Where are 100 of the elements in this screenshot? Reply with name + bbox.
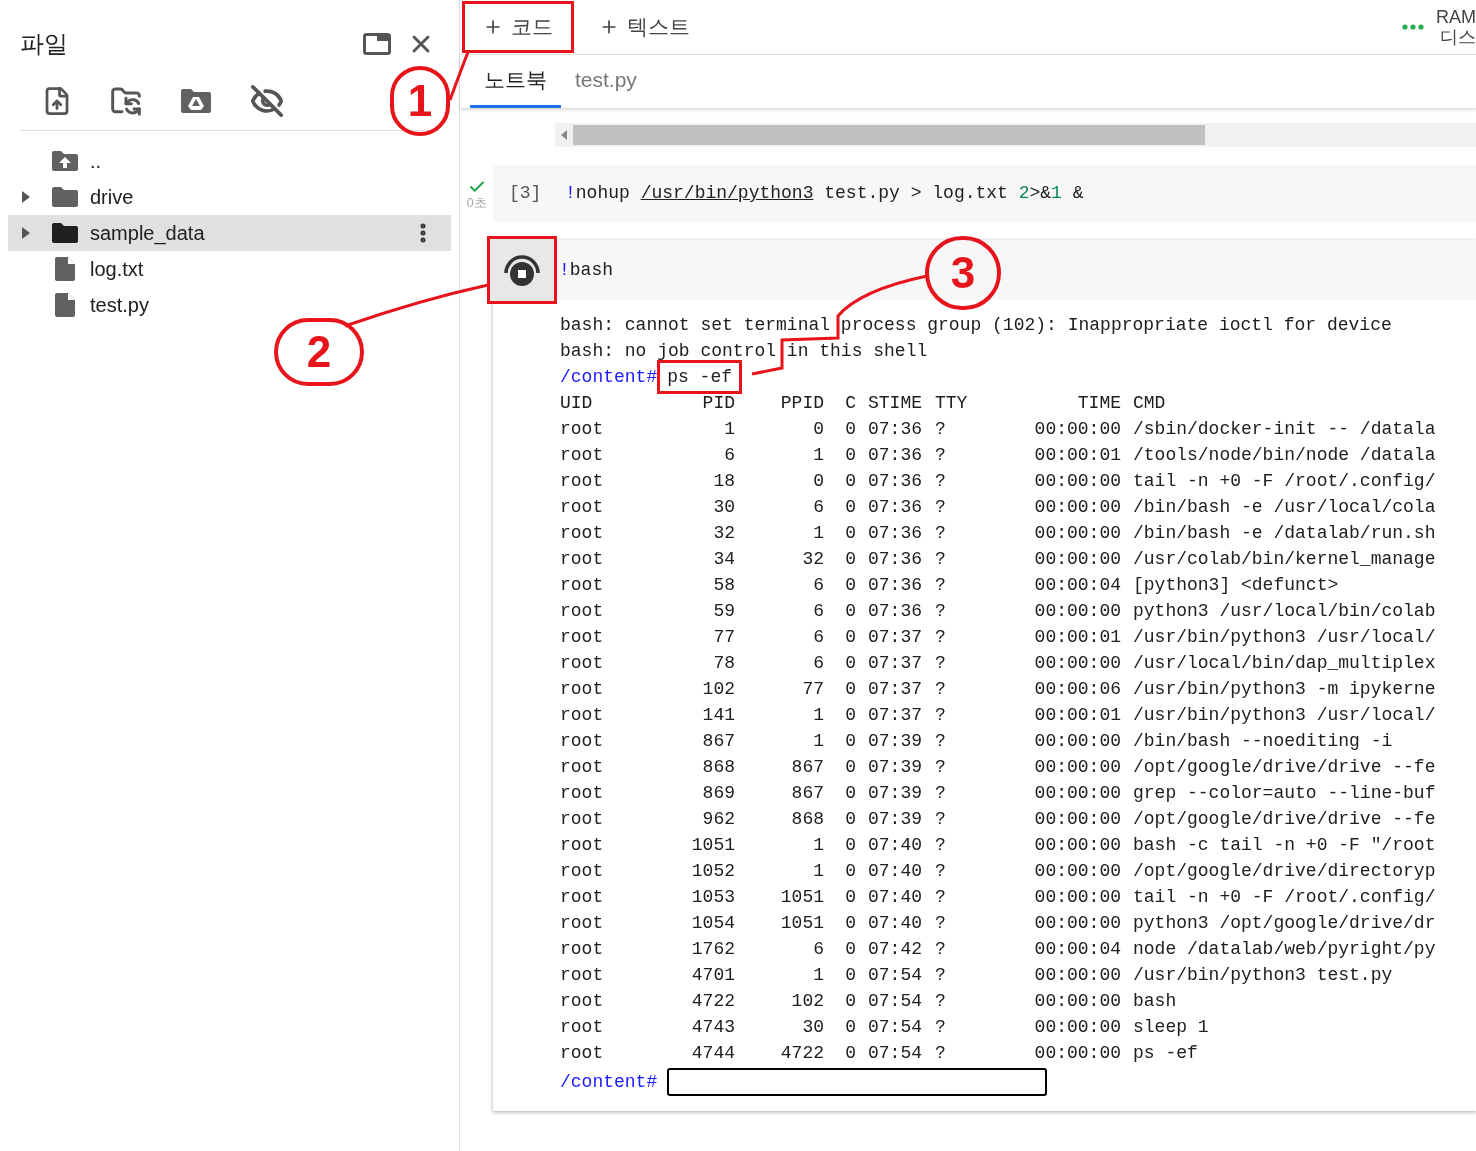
hidden-files-icon[interactable] bbox=[250, 84, 284, 118]
file-tree-item[interactable]: sample_data bbox=[8, 215, 451, 251]
table-cell-text: 07:36 bbox=[867, 444, 923, 467]
column-header: PPID bbox=[779, 392, 824, 415]
table-cell-text: 0 bbox=[844, 1042, 856, 1065]
table-cell-text: root bbox=[560, 808, 605, 831]
table-cell-text: /tools/node/bin/node /datala bbox=[1132, 444, 1437, 467]
table-cell-text: /opt/google/drive/directoryp bbox=[1132, 860, 1437, 883]
table-cell-text: 07:37 bbox=[867, 678, 923, 701]
table-cell-text: ? bbox=[934, 860, 947, 883]
table-cell-text: root bbox=[560, 704, 605, 727]
table-cell-text: 07:40 bbox=[867, 834, 923, 857]
file-tree-item[interactable]: drive bbox=[8, 179, 451, 215]
table-cell-text: 0 bbox=[812, 418, 824, 441]
table-cell-text: 07:40 bbox=[867, 886, 923, 909]
table-cell-text: ? bbox=[934, 886, 947, 909]
table-cell-text: /usr/colab/bin/kernel_manage bbox=[1132, 548, 1437, 571]
file-tree-item[interactable]: log.txt bbox=[8, 251, 451, 287]
column-header: TIME bbox=[1076, 392, 1121, 415]
table-cell-text: 6 bbox=[812, 574, 824, 597]
file-name: .. bbox=[90, 149, 103, 174]
table-cell-text: 00:00:00 bbox=[1033, 600, 1121, 623]
horizontal-scrollbar-thumb[interactable] bbox=[573, 125, 1205, 145]
table-cell-text: 0 bbox=[844, 912, 856, 935]
table-cell-text: 0 bbox=[844, 600, 856, 623]
table-cell-text: root bbox=[560, 964, 605, 987]
table-cell-text: [python3] <defunct> bbox=[1132, 574, 1340, 597]
terminal-input-field[interactable] bbox=[667, 1068, 1048, 1096]
table-cell-text: root bbox=[560, 756, 605, 779]
table-cell-text: root bbox=[560, 938, 605, 961]
file-tree-item[interactable]: .. bbox=[8, 143, 451, 179]
window-icon[interactable] bbox=[363, 33, 391, 55]
table-cell-text: 30 bbox=[801, 1016, 824, 1039]
table-cell-text: 30 bbox=[712, 496, 735, 519]
table-cell-text: 00:00:00 bbox=[1033, 548, 1121, 571]
file-icon bbox=[54, 292, 76, 318]
table-cell-text: node /datalab/web/pyright/py bbox=[1132, 938, 1437, 961]
table-cell-text: root bbox=[560, 418, 605, 441]
table-cell-text: 0 bbox=[844, 652, 856, 675]
caret-icon[interactable] bbox=[21, 226, 31, 240]
stop-run-button[interactable] bbox=[487, 236, 557, 304]
shell-command: ps -ef bbox=[657, 360, 743, 394]
shell-prompt: /content# bbox=[560, 366, 658, 389]
table-cell-text: 07:40 bbox=[867, 860, 923, 883]
table-cell-text: 0 bbox=[812, 470, 824, 493]
table-cell-text: 07:40 bbox=[867, 912, 923, 935]
table-cell-text: 0 bbox=[844, 574, 856, 597]
table-cell-text: 867 bbox=[701, 730, 735, 753]
table-cell-text: 32 bbox=[801, 548, 824, 571]
add-cell-button[interactable]: 텍스트 bbox=[578, 1, 711, 53]
editor-tab[interactable]: 노트북 bbox=[470, 55, 561, 108]
table-cell-text: ? bbox=[934, 730, 947, 753]
table-cell-text: 0 bbox=[844, 1016, 856, 1039]
circled-number: 1 bbox=[390, 66, 450, 136]
table-cell-text: 1 bbox=[723, 418, 735, 441]
table-cell-text: 0 bbox=[844, 548, 856, 571]
table-cell-text: ? bbox=[934, 444, 947, 467]
table-cell-text: 07:54 bbox=[867, 1042, 923, 1065]
table-cell-text: root bbox=[560, 548, 605, 571]
folder-icon bbox=[51, 186, 79, 208]
table-cell-text: 00:00:00 bbox=[1033, 964, 1121, 987]
table-cell-text: 00:00:00 bbox=[1033, 730, 1121, 753]
table-cell-text: ps -ef bbox=[1132, 1042, 1199, 1065]
table-cell-text: python3 /usr/local/bin/colab bbox=[1132, 600, 1437, 623]
panel-title: 파일 bbox=[20, 29, 68, 59]
table-cell-text: ? bbox=[934, 938, 947, 961]
table-cell-text: ? bbox=[934, 704, 947, 727]
editor-tab[interactable]: test.py bbox=[561, 55, 651, 108]
table-cell-text: 00:00:00 bbox=[1033, 912, 1121, 935]
column-header: CMD bbox=[1132, 392, 1167, 415]
table-cell-text: 1053 bbox=[690, 886, 735, 909]
table-cell-text: root bbox=[560, 652, 605, 675]
table-cell-text: 00:00:00 bbox=[1033, 418, 1121, 441]
caret-icon[interactable] bbox=[21, 190, 31, 204]
connected-status-icon[interactable] bbox=[1402, 24, 1424, 30]
drive-folder-icon[interactable] bbox=[180, 88, 212, 114]
table-cell-text: /usr/bin/python3 /usr/local/ bbox=[1132, 704, 1437, 727]
table-cell-text: 6 bbox=[812, 600, 824, 623]
code-line: !nohup /usr/bin/python3 test.py > log.txt 2>&1 & bbox=[565, 182, 1084, 205]
table-cell-text: 07:36 bbox=[867, 470, 923, 493]
table-cell-text: 0 bbox=[844, 730, 856, 753]
table-cell-text: 1051 bbox=[690, 834, 735, 857]
table-cell-text: ? bbox=[934, 522, 947, 545]
folder-refresh-icon[interactable] bbox=[110, 85, 142, 117]
table-cell-text: 78 bbox=[712, 652, 735, 675]
table-cell-text: tail -n +0 -F /root/.config/ bbox=[1132, 470, 1437, 493]
table-cell-text: /bin/bash -e /datalab/run.sh bbox=[1132, 522, 1437, 545]
add-cell-button[interactable]: 코드 bbox=[462, 1, 574, 53]
folder-up-icon bbox=[51, 150, 79, 172]
table-cell-text: ? bbox=[934, 756, 947, 779]
table-cell-text: /usr/bin/python3 -m ipykerne bbox=[1132, 678, 1437, 701]
table-cell-text: 77 bbox=[712, 626, 735, 649]
column-header: PID bbox=[701, 392, 735, 415]
table-cell-text: 962 bbox=[701, 808, 735, 831]
table-cell-text: root bbox=[560, 860, 605, 883]
table-cell-text: 07:39 bbox=[867, 756, 923, 779]
table-cell-text: root bbox=[560, 1016, 605, 1039]
table-cell-text: ? bbox=[934, 808, 947, 831]
file-name: sample_data bbox=[90, 221, 206, 247]
table-cell-text: 0 bbox=[844, 496, 856, 519]
